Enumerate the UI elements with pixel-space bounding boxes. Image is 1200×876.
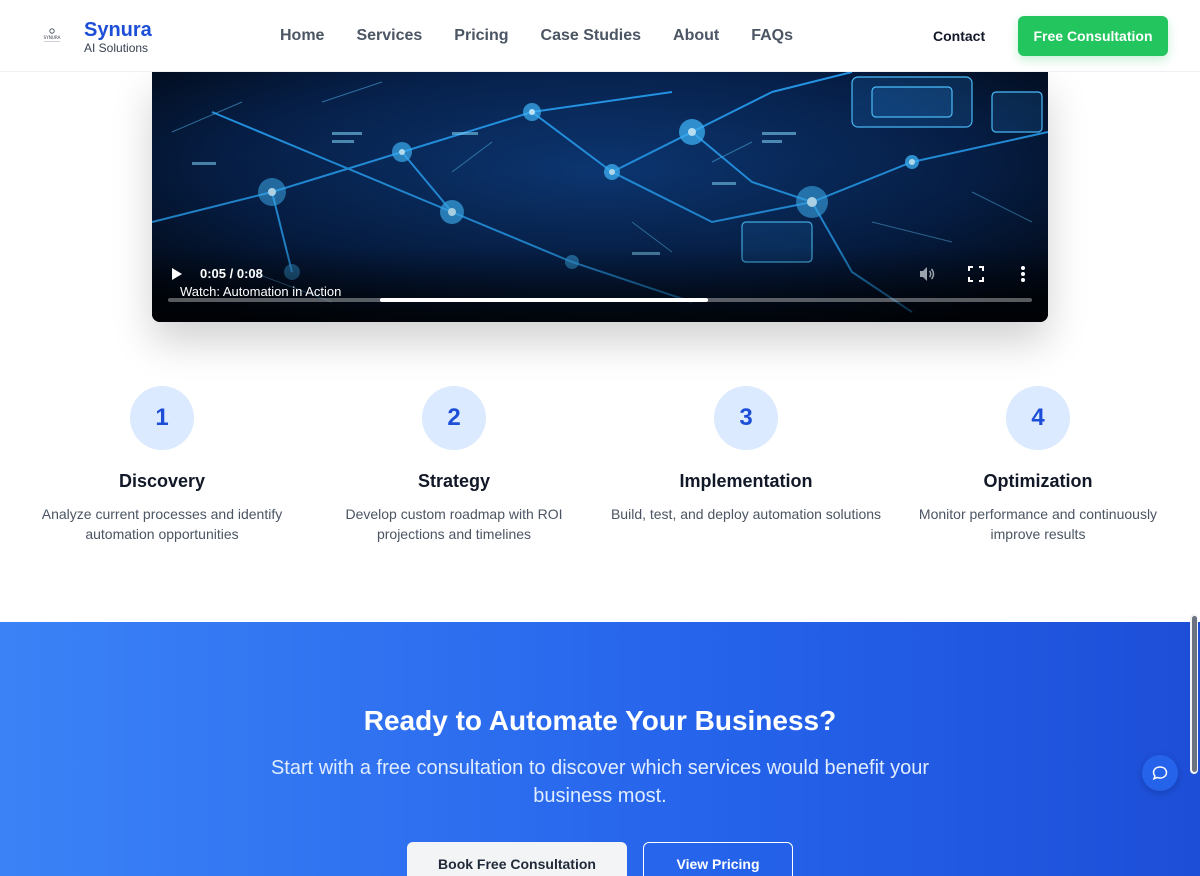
fullscreen-icon[interactable] [968, 266, 984, 282]
cta-subtitle: Start with a free consultation to discov… [270, 757, 930, 807]
step-title: Discovery [118, 471, 206, 491]
brand-name: Synura [84, 19, 152, 41]
logo-icon[interactable]: SYNURA [38, 26, 66, 46]
cta-section: Ready to Automate Your Business? Start w… [0, 622, 1200, 876]
free-consultation-button[interactable]: Free Consultation [1018, 16, 1168, 56]
svg-text:SYNURA: SYNURA [43, 35, 60, 40]
brand-tagline: AI Solutions [84, 41, 149, 55]
book-consultation-button[interactable]: Book Free Consultation [407, 842, 627, 876]
cta-title: Ready to Automate Your Business? [363, 705, 837, 736]
contact-link[interactable]: Contact [933, 27, 985, 45]
view-pricing-button[interactable]: View Pricing [643, 842, 793, 876]
step-title: Strategy [417, 471, 491, 491]
site-header: SYNURA Synura AI Solutions Home Services… [0, 0, 1200, 72]
step-strategy: 2 Strategy Develop custom roadmap with R… [308, 386, 600, 544]
step-title: Optimization [983, 471, 1093, 491]
step-implementation: 3 Implementation Build, test, and deploy… [600, 386, 892, 524]
step-number: 3 [714, 386, 778, 450]
chat-button[interactable] [1142, 755, 1178, 791]
more-options-icon[interactable] [1020, 265, 1026, 283]
nav-about[interactable]: About [673, 26, 719, 46]
step-number: 4 [1006, 386, 1070, 450]
step-discovery: 1 Discovery Analyze current processes an… [16, 386, 308, 544]
step-title: Implementation [679, 471, 813, 491]
nav-case-studies[interactable]: Case Studies [541, 26, 641, 46]
video-player[interactable]: 0:05 / 0:08 Watch: Automation in Action [152, 72, 1048, 322]
step-description: Build, test, and deploy automation solut… [610, 506, 882, 522]
step-description: Monitor performance and continuously imp… [918, 506, 1158, 542]
video-progress-fill [379, 298, 708, 302]
nav-pricing[interactable]: Pricing [454, 26, 508, 46]
video-time: 0:05 / 0:08 [200, 266, 263, 281]
logo[interactable]: Synura AI Solutions [84, 19, 152, 55]
scrollbar-thumb[interactable] [1192, 616, 1197, 772]
chat-icon [1152, 766, 1168, 781]
step-number: 2 [422, 386, 486, 450]
step-optimization: 4 Optimization Monitor performance and c… [892, 386, 1184, 544]
volume-icon[interactable] [918, 265, 936, 283]
play-icon[interactable] [170, 266, 184, 282]
nav-services[interactable]: Services [356, 26, 422, 46]
main-nav: Home Services Pricing Case Studies About… [280, 26, 825, 46]
step-number: 1 [130, 386, 194, 450]
nav-home[interactable]: Home [280, 26, 324, 46]
nav-faqs[interactable]: FAQs [751, 26, 793, 46]
step-description: Develop custom roadmap with ROI projecti… [345, 506, 563, 542]
step-description: Analyze current processes and identify a… [41, 506, 283, 542]
